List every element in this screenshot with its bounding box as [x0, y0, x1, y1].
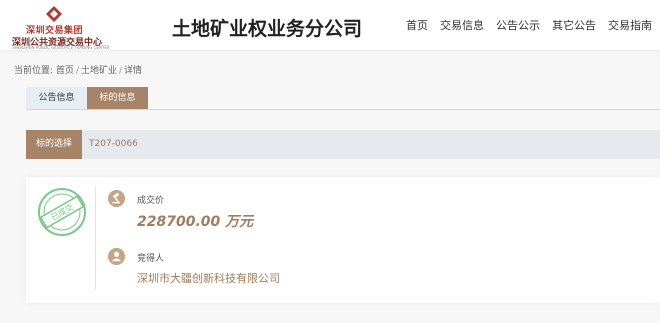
price-label: 成交价: [137, 196, 165, 206]
tab-bar: 公告信息 标的信息: [26, 87, 660, 110]
winner-value: 深圳市大疆创新科技有限公司: [137, 272, 280, 285]
breadcrumb-current: 详情: [124, 66, 143, 76]
result-card: 已成交 成交价 228700.00 万元 竞得人 深圳市大疆创新科技有限公司: [26, 177, 660, 303]
nav-item-announcements[interactable]: 公告公示: [496, 17, 540, 33]
price-value: 228700.00 万元: [137, 214, 254, 230]
logo[interactable]: 深圳交易集团 深圳公共资源交易中心 SHENZHEN PUBLIC RESOUR…: [12, 5, 110, 50]
logo-mark-icon: [46, 6, 62, 22]
subject-select-value[interactable]: T207-0066: [89, 130, 138, 159]
divider: [95, 187, 96, 290]
nav-item-home[interactable]: 首页: [406, 17, 428, 33]
main-nav: 首页 交易信息 公告公示 其它公告 交易指南: [406, 17, 652, 33]
breadcrumb-prefix: 当前位置:: [14, 66, 54, 76]
nav-item-trading-info[interactable]: 交易信息: [440, 17, 484, 33]
nav-item-trading-guide[interactable]: 交易指南: [608, 17, 652, 33]
breadcrumb: 当前位置: 首页 / 土地矿业 / 详情: [14, 66, 143, 76]
site-header: 深圳交易集团 深圳公共资源交易中心 SHENZHEN PUBLIC RESOUR…: [0, 0, 660, 50]
deal-completed-stamp-icon: 已成交: [38, 188, 86, 236]
logo-english-name: SHENZHEN PUBLIC RESOURCE TRADING CENTER: [12, 45, 110, 50]
tab-subject-info[interactable]: 标的信息: [87, 87, 148, 109]
user-icon: [108, 248, 125, 265]
nav-item-other-notices[interactable]: 其它公告: [552, 17, 596, 33]
gavel-icon: [108, 190, 125, 207]
tab-announcement-info[interactable]: 公告信息: [26, 87, 87, 109]
subject-select-label: 标的选择: [26, 130, 82, 159]
winner-label: 竞得人: [137, 254, 165, 264]
breadcrumb-land-mining[interactable]: 土地矿业: [81, 66, 117, 76]
site-title: 土地矿业权业务分公司: [172, 18, 363, 40]
breadcrumb-home[interactable]: 首页: [56, 66, 74, 76]
subject-select-bar: 标的选择 T207-0066: [26, 130, 660, 159]
